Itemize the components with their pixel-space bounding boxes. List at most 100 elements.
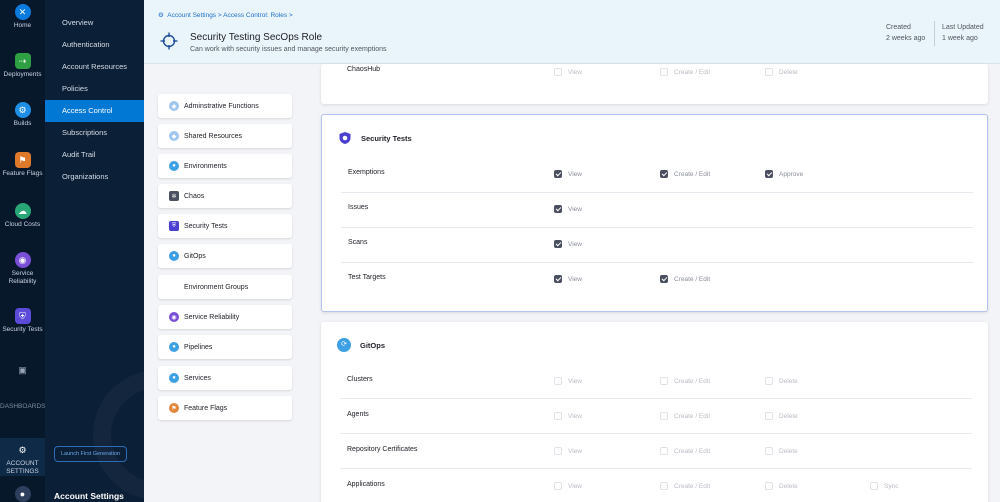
category-pipelines[interactable]: ● Pipelines xyxy=(158,335,292,359)
rail-service-reliability-label: Service Reliability xyxy=(8,270,37,285)
role-description: Can work with security issues and manage… xyxy=(190,46,387,53)
rail-chat[interactable]: ▣ xyxy=(0,362,45,380)
meta-divider xyxy=(934,21,935,46)
repository-certificates-create-edit-checkbox[interactable]: Create / Edit xyxy=(660,447,710,455)
rail-security-tests[interactable]: ⛨ Security Tests xyxy=(0,308,45,334)
repository-certificates-view-checkbox[interactable]: View xyxy=(554,447,582,455)
clusters-create-edit-checkbox[interactable]: Create / Edit xyxy=(660,377,710,385)
gitops-icon: ⟳ xyxy=(337,338,351,352)
nav-authentication[interactable]: Authentication xyxy=(45,34,144,56)
issues-row-label: Issues xyxy=(348,204,369,211)
category-environment-groups[interactable]: Environment Groups xyxy=(158,275,292,299)
rail-deployments-label: Deployments xyxy=(3,71,42,78)
rail-cloud-costs-label: Cloud Costs xyxy=(4,221,41,228)
rail-feature-flags[interactable]: ⚑ Feature Flags xyxy=(0,152,45,178)
agents-create-edit-checkbox[interactable]: Create / Edit xyxy=(660,412,710,420)
clusters-row-label: Clusters xyxy=(347,376,373,383)
builds-icon: ⚙ xyxy=(14,102,31,118)
category-label: Pipelines xyxy=(184,343,213,351)
agents-view-checkbox[interactable]: View xyxy=(554,412,582,420)
category-environments[interactable]: ● Environments xyxy=(158,154,292,178)
updated-label: Last Updated xyxy=(942,24,984,31)
agents-row-label: Agents xyxy=(347,411,369,418)
clusters-view-checkbox[interactable]: View xyxy=(554,377,582,385)
created-label: Created xyxy=(886,24,911,31)
exemptions-view-checkbox[interactable]: View xyxy=(554,170,582,178)
repository-certificates-delete-checkbox[interactable]: Delete xyxy=(765,447,798,455)
pipelines-icon: ● xyxy=(169,342,179,352)
applications-delete-checkbox[interactable]: Delete xyxy=(765,482,798,490)
launch-first-generation-button[interactable]: Launch First Generation xyxy=(54,446,127,462)
repository-certificates-row-label: Repository Certificates xyxy=(347,446,418,453)
nav-subscriptions[interactable]: Subscriptions xyxy=(45,122,144,144)
admin-functions-icon: ◆ xyxy=(169,101,179,111)
issues-view-checkbox[interactable]: View xyxy=(554,205,582,213)
nav-bottom-title: Account Settings xyxy=(54,491,124,501)
chaoshub-delete-checkbox[interactable]: Delete xyxy=(765,68,798,76)
rail-home-label: Home xyxy=(13,22,32,29)
row-divider xyxy=(341,192,973,193)
rail-feature-flags-label: Feature Flags xyxy=(2,170,43,177)
test-targets-row-label: Test Targets xyxy=(348,274,386,281)
scans-row-label: Scans xyxy=(348,239,368,246)
clusters-delete-checkbox[interactable]: Delete xyxy=(765,377,798,385)
rail-dashboards[interactable]: DASHBOARDS xyxy=(0,403,46,411)
rail-account-settings[interactable]: ⚙ ACCOUNT SETTINGS xyxy=(0,438,45,476)
role-crosshair-icon xyxy=(160,32,178,50)
rail-profile[interactable]: ● xyxy=(0,486,45,502)
agents-delete-checkbox[interactable]: Delete xyxy=(765,412,798,420)
category-administrative-functions[interactable]: ◆ Adminstrative Functions xyxy=(158,94,292,118)
exemptions-row-label: Exemptions xyxy=(348,169,385,176)
chaoshub-view-checkbox[interactable]: View xyxy=(554,68,582,76)
rail-service-reliability[interactable]: ◉ Service Reliability xyxy=(0,252,45,286)
security-tests-icon xyxy=(339,132,351,144)
rail-deployments[interactable]: ⇢ Deployments xyxy=(0,53,45,79)
category-services[interactable]: ● Services xyxy=(158,366,292,390)
exemptions-create-edit-checkbox[interactable]: Create / Edit xyxy=(660,170,710,178)
nav-access-control[interactable]: Access Control xyxy=(45,100,144,122)
nav-policies[interactable]: Policies xyxy=(45,78,144,100)
breadcrumb-account-settings[interactable]: Account Settings xyxy=(167,12,216,19)
service-reliability-icon: ◉ xyxy=(169,312,179,322)
applications-sync-checkbox[interactable]: Sync xyxy=(870,482,898,490)
rail-account-settings-label: ACCOUNT SETTINGS xyxy=(6,460,39,475)
service-reliability-icon: ◉ xyxy=(14,252,31,268)
rail-dashboards-label: DASHBOARDS xyxy=(0,403,46,410)
nav-organizations[interactable]: Organizations xyxy=(45,166,144,188)
exemptions-approve-checkbox[interactable]: Approve xyxy=(765,170,803,178)
module-rail: ✕ Home ⇢ Deployments ⚙ Builds ⚑ Feature … xyxy=(0,0,46,502)
harness-logo-icon: ✕ xyxy=(14,4,31,20)
category-security-tests[interactable]: ⛨ Security Tests xyxy=(158,214,292,238)
row-divider xyxy=(340,468,972,469)
rail-cloud-costs[interactable]: ☁ Cloud Costs xyxy=(0,203,45,229)
breadcrumb-access-control[interactable]: Access Control: Roles xyxy=(223,12,287,19)
deployments-icon: ⇢ xyxy=(14,53,31,69)
category-label: Feature Flags xyxy=(184,404,228,412)
rail-builds[interactable]: ⚙ Builds xyxy=(0,102,45,128)
security-tests-permissions-card: Security Tests Exemptions View Create / … xyxy=(321,114,988,312)
row-divider xyxy=(341,227,973,228)
nav-overview[interactable]: Overview xyxy=(45,12,144,34)
security-tests-icon: ⛨ xyxy=(169,221,179,231)
nav-account-resources[interactable]: Account Resources xyxy=(45,56,144,78)
category-feature-flags[interactable]: ⚑ Feature Flags xyxy=(158,396,292,420)
account-settings-icon: ⚙ xyxy=(18,445,27,455)
applications-view-checkbox[interactable]: View xyxy=(554,482,582,490)
test-targets-view-checkbox[interactable]: View xyxy=(554,275,582,283)
applications-create-edit-checkbox[interactable]: Create / Edit xyxy=(660,482,710,490)
category-service-reliability[interactable]: ◉ Service Reliability xyxy=(158,305,292,329)
feature-flags-icon: ⚑ xyxy=(169,403,179,413)
chaoshub-create-edit-checkbox[interactable]: Create / Edit xyxy=(660,68,710,76)
test-targets-create-edit-checkbox[interactable]: Create / Edit xyxy=(660,275,710,283)
nav-audit-trail[interactable]: Audit Trail xyxy=(45,144,144,166)
rail-home[interactable]: ✕ Home xyxy=(0,4,45,30)
updated-value: 1 week ago xyxy=(942,35,978,42)
created-meta: Created 2 weeks ago xyxy=(886,22,925,44)
chat-icon: ▣ xyxy=(18,365,27,375)
environments-icon: ● xyxy=(169,161,179,171)
category-shared-resources[interactable]: ◆ Shared Resources xyxy=(158,124,292,148)
chaos-permissions-card: ChaosHub View Create / Edit Delete xyxy=(321,64,988,104)
category-gitops[interactable]: ● GitOps xyxy=(158,244,292,268)
category-chaos[interactable]: ✲ Chaos xyxy=(158,184,292,208)
scans-view-checkbox[interactable]: View xyxy=(554,240,582,248)
